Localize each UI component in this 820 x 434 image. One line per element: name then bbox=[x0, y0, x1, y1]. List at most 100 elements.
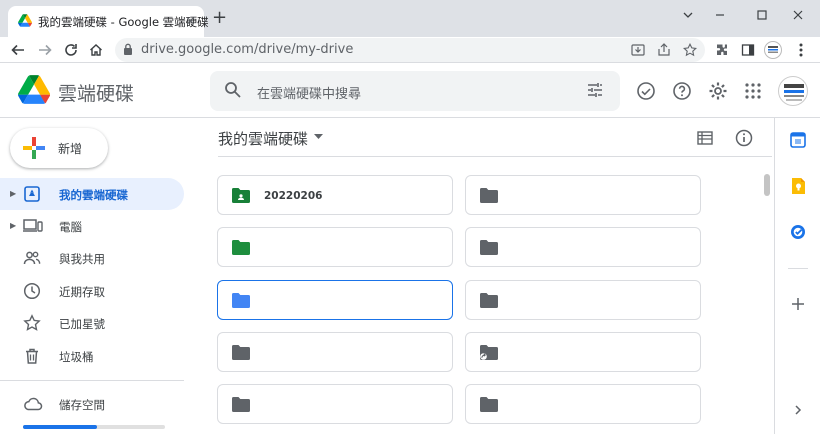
side-panel-icon[interactable] bbox=[739, 41, 757, 59]
info-icon[interactable] bbox=[733, 127, 755, 149]
folder-card[interactable] bbox=[465, 332, 701, 372]
new-plus-icon bbox=[23, 137, 45, 159]
star-icon bbox=[23, 314, 41, 332]
sidebar-item-label: 與我共用 bbox=[59, 252, 105, 266]
shortcut-folder-icon bbox=[480, 345, 498, 360]
folder-icon bbox=[480, 188, 498, 203]
new-tab-button[interactable]: + bbox=[212, 8, 227, 28]
search-input[interactable]: 在雲端硬碟中搜尋 bbox=[257, 83, 361, 102]
account-avatar[interactable] bbox=[778, 76, 808, 106]
computers-icon bbox=[23, 217, 43, 235]
storage-progress-fill bbox=[23, 425, 97, 429]
sidebar-item-label: 近期存取 bbox=[59, 285, 105, 299]
folder-icon bbox=[480, 293, 498, 308]
sidebar-item-shared[interactable]: 與我共用 bbox=[0, 242, 184, 274]
list-view-icon[interactable] bbox=[694, 127, 716, 149]
sidebar-item-my-drive[interactable]: ▶ 我的雲端硬碟 bbox=[0, 178, 184, 210]
folder-card[interactable] bbox=[465, 227, 701, 267]
expand-arrow-icon[interactable]: ▶ bbox=[10, 189, 16, 198]
new-button-label: 新增 bbox=[58, 142, 83, 156]
folder-icon bbox=[232, 345, 250, 360]
sidebar-item-label: 我的雲端硬碟 bbox=[59, 188, 128, 202]
side-panel bbox=[774, 118, 820, 434]
side-panel-divider bbox=[788, 268, 808, 269]
sidebar: 新增 ▶ 我的雲端硬碟 ▶ 電腦 與我共用 近期存取 已加星號 垃圾桶 儲存空間 bbox=[0, 118, 200, 434]
home-icon[interactable] bbox=[87, 41, 105, 59]
keep-icon[interactable] bbox=[788, 176, 808, 196]
minimize-icon[interactable] bbox=[706, 4, 734, 26]
address-bar[interactable]: drive.google.com/drive/my-drive bbox=[115, 38, 705, 62]
extensions-icon[interactable] bbox=[713, 41, 731, 59]
tab-close-icon[interactable]: × bbox=[185, 14, 196, 29]
folder-icon bbox=[232, 293, 250, 308]
folder-card[interactable]: 20220206 bbox=[217, 175, 453, 215]
cloud-icon bbox=[23, 395, 43, 413]
sidebar-item-storage[interactable]: 儲存空間 bbox=[0, 388, 184, 420]
new-button[interactable]: 新增 bbox=[10, 128, 108, 168]
drive-logo-icon[interactable] bbox=[18, 75, 50, 104]
folder-icon bbox=[232, 240, 250, 255]
trash-icon bbox=[23, 347, 41, 365]
sidebar-item-computers[interactable]: ▶ 電腦 bbox=[0, 210, 184, 242]
browser-tab-strip: 我的雲端硬碟 - Google 雲端硬碟 × + bbox=[0, 0, 820, 37]
google-apps-icon[interactable] bbox=[741, 79, 765, 103]
url-text: drive.google.com/drive/my-drive bbox=[141, 42, 354, 57]
sidebar-item-label: 已加星號 bbox=[59, 317, 105, 331]
folder-icon bbox=[480, 240, 498, 255]
chevron-down-icon[interactable] bbox=[314, 134, 323, 140]
shared-icon bbox=[23, 249, 41, 267]
folder-card[interactable] bbox=[465, 175, 701, 215]
main-content: 我的雲端硬碟 20220206 bbox=[200, 118, 774, 434]
reload-icon[interactable] bbox=[62, 41, 80, 59]
breadcrumb[interactable]: 我的雲端硬碟 bbox=[218, 128, 308, 149]
sidebar-item-starred[interactable]: 已加星號 bbox=[0, 307, 184, 339]
folder-card[interactable] bbox=[217, 384, 453, 424]
search-icon[interactable] bbox=[224, 81, 242, 99]
maximize-icon[interactable] bbox=[748, 4, 776, 26]
profile-avatar-icon[interactable] bbox=[764, 41, 782, 59]
settings-gear-icon[interactable] bbox=[706, 79, 730, 103]
help-icon[interactable] bbox=[670, 79, 694, 103]
sidebar-item-label: 電腦 bbox=[59, 220, 82, 234]
folder-card[interactable] bbox=[465, 384, 701, 424]
folder-name: 20220206 bbox=[264, 190, 323, 202]
tab-title: 我的雲端硬碟 - Google 雲端硬碟 bbox=[38, 15, 209, 29]
sidebar-item-recent[interactable]: 近期存取 bbox=[0, 275, 184, 307]
folder-icon bbox=[480, 397, 498, 412]
sidebar-item-label: 垃圾桶 bbox=[59, 350, 94, 364]
back-icon[interactable] bbox=[9, 41, 27, 59]
browser-menu-icon[interactable] bbox=[792, 41, 810, 59]
get-addons-icon[interactable] bbox=[788, 294, 808, 314]
drive-favicon-icon bbox=[18, 14, 32, 27]
expand-arrow-icon[interactable]: ▶ bbox=[10, 221, 16, 230]
forward-icon[interactable] bbox=[36, 41, 54, 59]
search-bar[interactable]: 在雲端硬碟中搜尋 bbox=[210, 71, 620, 111]
header-divider bbox=[218, 156, 772, 157]
folder-card[interactable] bbox=[217, 332, 453, 372]
lock-icon[interactable] bbox=[123, 43, 133, 55]
close-window-icon[interactable] bbox=[784, 4, 812, 26]
app-name[interactable]: 雲端硬碟 bbox=[58, 79, 134, 106]
install-app-icon[interactable] bbox=[631, 43, 645, 57]
share-icon[interactable] bbox=[657, 43, 671, 57]
folder-card[interactable] bbox=[217, 280, 453, 320]
clock-icon bbox=[23, 282, 41, 300]
scrollbar[interactable] bbox=[764, 174, 770, 196]
tasks-icon[interactable] bbox=[788, 222, 808, 242]
folder-card[interactable] bbox=[465, 280, 701, 320]
tab-search-icon[interactable] bbox=[674, 4, 702, 26]
browser-tab[interactable]: 我的雲端硬碟 - Google 雲端硬碟 × bbox=[8, 6, 209, 37]
my-drive-icon bbox=[23, 185, 41, 203]
folder-card[interactable] bbox=[217, 227, 453, 267]
drive-header: 雲端硬碟 在雲端硬碟中搜尋 bbox=[0, 63, 820, 118]
chevron-right-icon[interactable] bbox=[788, 400, 808, 420]
sidebar-divider bbox=[0, 380, 184, 381]
calendar-icon[interactable] bbox=[788, 130, 808, 150]
shared-folder-icon bbox=[232, 188, 250, 203]
offline-ready-icon[interactable] bbox=[634, 79, 658, 103]
sidebar-item-trash[interactable]: 垃圾桶 bbox=[0, 340, 184, 372]
sidebar-item-label: 儲存空間 bbox=[59, 398, 105, 412]
search-options-icon[interactable] bbox=[586, 81, 604, 99]
bookmark-star-icon[interactable] bbox=[683, 43, 697, 57]
folder-icon bbox=[232, 397, 250, 412]
